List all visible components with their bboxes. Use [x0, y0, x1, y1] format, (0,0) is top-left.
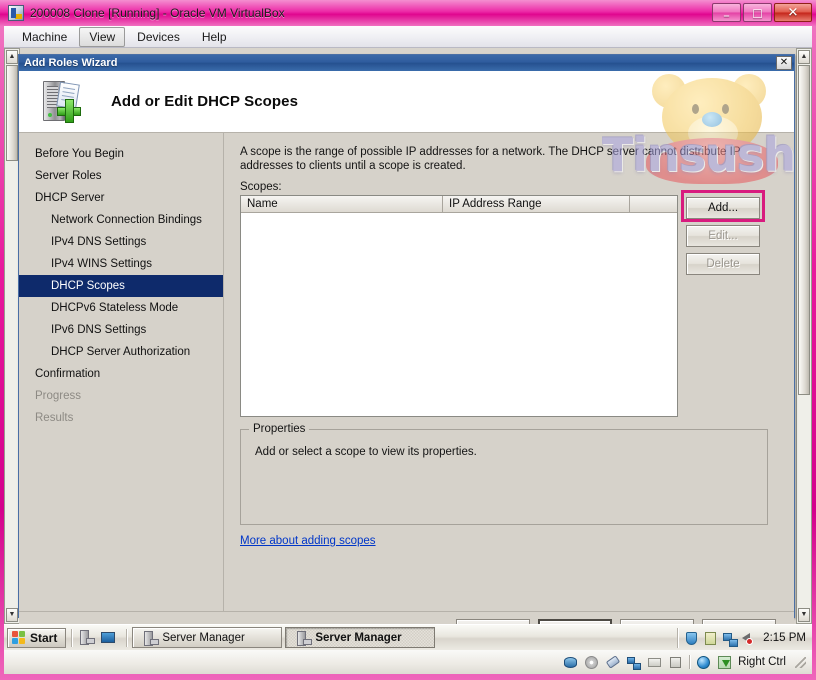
optical-disk-icon[interactable]: [584, 655, 599, 670]
menu-help[interactable]: Help: [192, 27, 237, 47]
virtualbox-vm-icon: [8, 5, 24, 21]
virtualbox-titlebar: 200008 Clone [Running] - Oracle VM Virtu…: [0, 0, 816, 26]
globe-icon[interactable]: [696, 655, 711, 670]
scopes-table-body: [241, 213, 677, 416]
scroll-up-arrow-left[interactable]: ▲: [6, 50, 18, 64]
windows-logo-icon: [12, 630, 26, 645]
wizard-body: Before You Begin Server Roles DHCP Serve…: [19, 133, 794, 611]
sidebar-item-confirmation[interactable]: Confirmation: [19, 363, 223, 385]
column-header-name[interactable]: Name: [241, 196, 443, 213]
add-button[interactable]: Add...: [686, 197, 760, 219]
virtualbox-window: 200008 Clone [Running] - Oracle VM Virtu…: [0, 0, 816, 680]
clock[interactable]: 2:15 PM: [763, 632, 806, 644]
scroll-up-arrow-right[interactable]: ▲: [798, 50, 810, 64]
start-button[interactable]: Start: [7, 627, 67, 648]
wizard-footer: < Previous Next > Install Cancel: [19, 611, 794, 624]
host-key-label: Right Ctrl: [738, 656, 786, 668]
scroll-down-arrow-left[interactable]: ▼: [6, 608, 18, 622]
wizard-header: Add or Edit DHCP Scopes: [19, 71, 794, 133]
wizard-title: Add Roles Wizard: [24, 57, 118, 69]
sidebar-item-dhcp-server[interactable]: DHCP Server: [19, 187, 223, 209]
scopes-label: Scopes:: [240, 181, 282, 193]
scopes-table[interactable]: Name IP Address Range: [240, 195, 678, 417]
hard-disk-icon[interactable]: [563, 655, 578, 670]
properties-text: Add or select a scope to view its proper…: [255, 446, 477, 458]
system-tray: 2:15 PM: [677, 627, 812, 648]
server-manager-icon[interactable]: [77, 629, 96, 647]
resize-grip[interactable]: [795, 656, 806, 668]
desktop-scrollbar-right[interactable]: ▲ ▼: [796, 48, 812, 624]
sidebar-item-ipv4-dns-settings[interactable]: IPv4 DNS Settings: [19, 231, 223, 253]
security-shield-icon[interactable]: [684, 631, 698, 645]
scopes-section: Name IP Address Range Add... Edit... Del…: [240, 190, 778, 417]
green-arrow-icon[interactable]: [717, 655, 732, 670]
scopes-table-header: Name IP Address Range: [241, 196, 677, 213]
page-title: Add or Edit DHCP Scopes: [111, 93, 299, 110]
column-header-extra[interactable]: [630, 196, 677, 213]
menu-devices[interactable]: Devices: [127, 27, 190, 47]
window-controls: – □ ✕: [712, 3, 812, 22]
sidebar-item-before-you-begin[interactable]: Before You Begin: [19, 143, 223, 165]
sidebar-item-progress: Progress: [35, 390, 82, 402]
sidebar-item-dhcp-server-authorization[interactable]: DHCP Server Authorization: [19, 341, 223, 363]
edit-button: Edit...: [686, 225, 760, 247]
cpu-icon[interactable]: [668, 655, 683, 670]
menu-view[interactable]: View: [79, 26, 126, 47]
taskbar-item-label: Server Manager: [315, 631, 402, 644]
sidebar-item-ipv4-wins-settings[interactable]: IPv4 WINS Settings: [19, 253, 223, 275]
show-desktop-icon[interactable]: [99, 629, 117, 647]
taskbar-divider-2: [126, 628, 128, 647]
network-icon[interactable]: [722, 631, 739, 647]
minimize-icon: –: [723, 8, 730, 23]
wizard-close-button[interactable]: ✕: [776, 56, 792, 70]
minimize-button[interactable]: –: [712, 3, 741, 22]
taskbar-divider-1: [71, 628, 73, 647]
wizard-titlebar: Add Roles Wizard ✕: [19, 55, 794, 71]
maximize-icon: □: [752, 6, 763, 19]
sidebar-item-server-roles[interactable]: Server Roles: [19, 165, 223, 187]
virtualbox-menubar: Machine View Devices Help: [4, 26, 812, 48]
virtualbox-statusbar: Right Ctrl: [4, 650, 812, 674]
scroll-thumb-left[interactable]: [6, 65, 18, 161]
volume-muted-icon[interactable]: [741, 631, 755, 645]
scroll-down-arrow-right[interactable]: ▼: [798, 608, 810, 622]
close-icon: ✕: [787, 5, 799, 20]
network-icon[interactable]: [626, 655, 642, 670]
shared-folder-icon[interactable]: [647, 655, 662, 670]
scope-description: A scope is the range of possible IP addr…: [240, 146, 741, 172]
start-label: Start: [30, 630, 58, 645]
taskbar-item-server-manager-2[interactable]: Server Manager: [285, 627, 436, 648]
menu-machine[interactable]: Machine: [12, 27, 77, 47]
sidebar-item-ipv6-dns-settings[interactable]: IPv6 DNS Settings: [19, 319, 223, 341]
more-about-adding-scopes-link[interactable]: More about adding scopes: [240, 535, 376, 547]
scope-action-buttons: Add... Edit... Delete: [681, 190, 765, 417]
usb-icon[interactable]: [605, 654, 621, 670]
guest-desktop: ▲ ▼ ▲ ▼ Add Roles Wizard ✕ Add or Edit D…: [4, 48, 812, 624]
window-title: 200008 Clone [Running] - Oracle VM Virtu…: [30, 6, 285, 20]
wizard-content: A scope is the range of possible IP addr…: [224, 133, 794, 611]
close-button[interactable]: ✕: [774, 3, 812, 22]
sidebar-item-dhcp-scopes[interactable]: DHCP Scopes: [19, 275, 223, 297]
column-header-ip-address-range[interactable]: IP Address Range: [443, 196, 630, 213]
server-manager-icon: [141, 630, 160, 646]
server-add-scope-icon: [41, 79, 89, 125]
wizard-sidebar: Before You Begin Server Roles DHCP Serve…: [19, 133, 224, 611]
maximize-button[interactable]: □: [743, 3, 772, 22]
sidebar-item-dhcpv6-stateless-mode[interactable]: DHCPv6 Stateless Mode: [19, 297, 223, 319]
delete-button: Delete: [686, 253, 760, 275]
sidebar-item-results: Results: [35, 412, 74, 424]
scroll-thumb-right[interactable]: [798, 65, 810, 395]
taskbar-item-server-manager-1[interactable]: Server Manager: [132, 627, 283, 648]
statusbar-divider: [689, 655, 691, 669]
properties-legend: Properties: [249, 423, 310, 435]
properties-groupbox: Properties Add or select a scope to view…: [240, 423, 768, 525]
windows-taskbar: Start Server Manager Server Manager 2:15…: [4, 624, 812, 650]
plug-icon[interactable]: [703, 631, 717, 645]
server-manager-icon: [294, 630, 313, 646]
taskbar-item-label: Server Manager: [162, 631, 245, 644]
sidebar-item-network-connection-bindings[interactable]: Network Connection Bindings: [19, 209, 223, 231]
add-roles-wizard: Add Roles Wizard ✕ Add or Edit DHCP Scop…: [18, 54, 795, 624]
